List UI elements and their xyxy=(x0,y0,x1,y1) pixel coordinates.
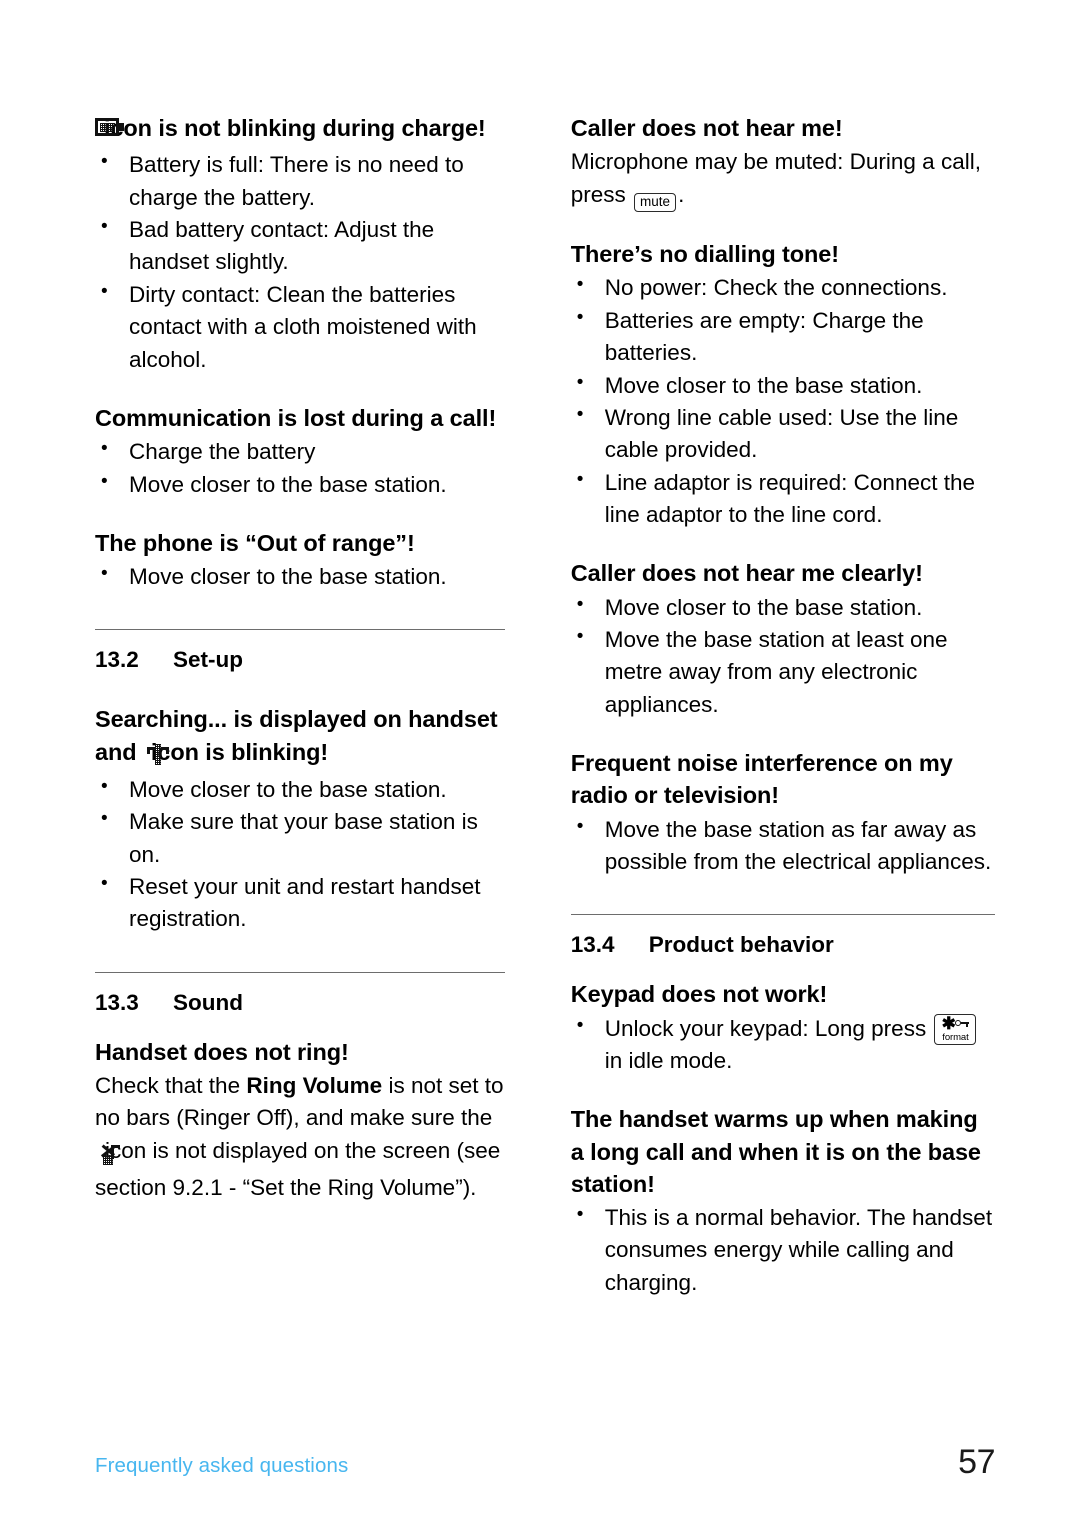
heading-handset-warms-up: The handset warms up when making a long … xyxy=(570,1106,981,1197)
list-item: This is a normal behavior. The handset c… xyxy=(571,1201,995,1299)
heading-communication-lost: Communication is lost during a call! xyxy=(95,404,497,431)
page-number: 57 xyxy=(958,1443,995,1481)
para-part1: Check that the xyxy=(95,1072,247,1098)
bullet-part2: in idle mode. xyxy=(604,1048,733,1073)
footer-chapter-label: Frequently asked questions xyxy=(95,1453,349,1477)
list-item: Move the base station as far away as pos… xyxy=(571,813,995,879)
heading-searching-displayed: Searching... is displayed on handset and… xyxy=(95,703,505,771)
section-divider-wrap-13-2: 13.2 Set-up xyxy=(95,629,505,673)
bullet-list-hear-clearly: Move closer to the base station. Move th… xyxy=(571,591,995,722)
section-title-13-3: 13.3 Sound xyxy=(95,990,505,1016)
para-part2: . xyxy=(678,181,685,207)
heading-not-hear-me-clearly: Caller does not hear me clearly! xyxy=(570,560,923,587)
manual-page: icon is not blinking during charge! Batt… xyxy=(0,0,1080,1525)
section-number: 13.3 xyxy=(95,989,139,1015)
paragraph-microphone-muted: Microphone may be muted: During a call, … xyxy=(570,146,995,213)
list-item: Move closer to the base station. xyxy=(95,773,505,806)
mute-key-icon: mute xyxy=(634,192,677,213)
list-item: Move closer to the base station. xyxy=(571,591,995,624)
list-item: Make sure that your base station is on. xyxy=(95,805,505,871)
format-key-icon: ✱ format xyxy=(934,1013,977,1045)
para-part3: icon is not displayed on the screen (see… xyxy=(95,1137,501,1201)
format-key-label: format xyxy=(942,1031,969,1043)
bullet-list-out-of-range: Move closer to the base station. xyxy=(95,560,505,593)
heading-text-part2: icon is blinking! xyxy=(150,738,329,765)
heading-handset-not-ring: Handset does not ring! xyxy=(95,1038,349,1065)
list-item: Batteries are empty: Charge the batterie… xyxy=(571,304,995,370)
asterisk-icon: ✱ xyxy=(941,1013,956,1033)
list-item: No power: Check the connections. xyxy=(571,271,995,304)
section-divider-wrap-13-4: 13.4 Product behavior xyxy=(570,914,995,958)
key-lock-icon xyxy=(955,1019,970,1028)
section-name: Set-up xyxy=(173,647,243,673)
format-key-glyphs: ✱ xyxy=(938,1013,972,1033)
list-item: Move the base station at least one metre… xyxy=(571,623,995,721)
heading-no-dialling-tone: There’s no dialling tone! xyxy=(570,241,839,268)
list-item: Charge the battery xyxy=(95,435,505,468)
list-item: Line adaptor is required: Connect the li… xyxy=(571,466,995,532)
section-title-13-4: 13.4 Product behavior xyxy=(571,932,995,958)
section-divider xyxy=(95,629,505,631)
heading-noise-interference: Frequent noise interference on my radio … xyxy=(570,750,953,809)
list-item: Dirty contact: Clean the batteries conta… xyxy=(95,278,505,376)
section-title-13-2: 13.2 Set-up xyxy=(95,647,505,673)
bullet-list-communication-lost: Charge the battery Move closer to the ba… xyxy=(95,435,505,501)
bullet-list-battery: Battery is full: There is no need to cha… xyxy=(95,148,505,376)
list-item: Bad battery contact: Adjust the handset … xyxy=(95,213,505,279)
list-item: Move closer to the base station. xyxy=(95,560,505,593)
para-part1: Microphone may be muted: During a call, … xyxy=(570,149,981,207)
section-divider-wrap-13-3: 13.3 Sound xyxy=(95,971,505,1016)
heading-keypad-not-work: Keypad does not work! xyxy=(570,981,828,1008)
bullet-list-dialling-tone: No power: Check the connections. Batteri… xyxy=(571,271,995,532)
page-footer: Frequently asked questions 57 xyxy=(95,1443,995,1481)
heading-text: icon is not blinking during charge! xyxy=(104,115,486,141)
list-item: Move closer to the base station. xyxy=(95,467,505,501)
list-item: Move closer to the base station. xyxy=(571,369,995,402)
list-item: Battery is full: There is no need to cha… xyxy=(95,148,505,214)
left-column: icon is not blinking during charge! Batt… xyxy=(95,112,505,1299)
two-column-body: icon is not blinking during charge! Batt… xyxy=(95,112,995,1299)
heading-caller-not-hear-me: Caller does not hear me! xyxy=(570,115,843,141)
section-name: Sound xyxy=(173,989,243,1015)
para-bold-ring-volume: Ring Volume xyxy=(246,1072,383,1098)
paragraph-ring-volume: Check that the Ring Volume is not set to… xyxy=(95,1070,505,1205)
section-divider xyxy=(95,971,505,973)
bullet-list-warms-up: This is a normal behavior. The handset c… xyxy=(571,1201,995,1299)
bullet-list-noise-interference: Move the base station as far away as pos… xyxy=(571,813,995,879)
bullet-list-keypad: Unlock your keypad: Long press ✱format i… xyxy=(571,1012,995,1078)
bullet-part1: Unlock your keypad: Long press xyxy=(604,1015,933,1041)
heading-battery-not-blinking: icon is not blinking during charge! xyxy=(95,112,505,147)
heading-out-of-range: The phone is “Out of range”! xyxy=(95,529,415,556)
section-divider xyxy=(570,914,995,916)
list-item: Reset your unit and restart handset regi… xyxy=(95,870,505,936)
section-number: 13.2 xyxy=(95,647,139,673)
list-item: Unlock your keypad: Long press ✱format i… xyxy=(571,1012,995,1078)
right-column: Caller does not hear me! Microphone may … xyxy=(570,112,995,1299)
bullet-list-searching: Move closer to the base station. Make su… xyxy=(95,773,505,936)
section-name: Product behavior xyxy=(648,932,834,958)
list-item: Wrong line cable used: Use the line cabl… xyxy=(571,401,995,467)
section-number: 13.4 xyxy=(570,932,615,958)
